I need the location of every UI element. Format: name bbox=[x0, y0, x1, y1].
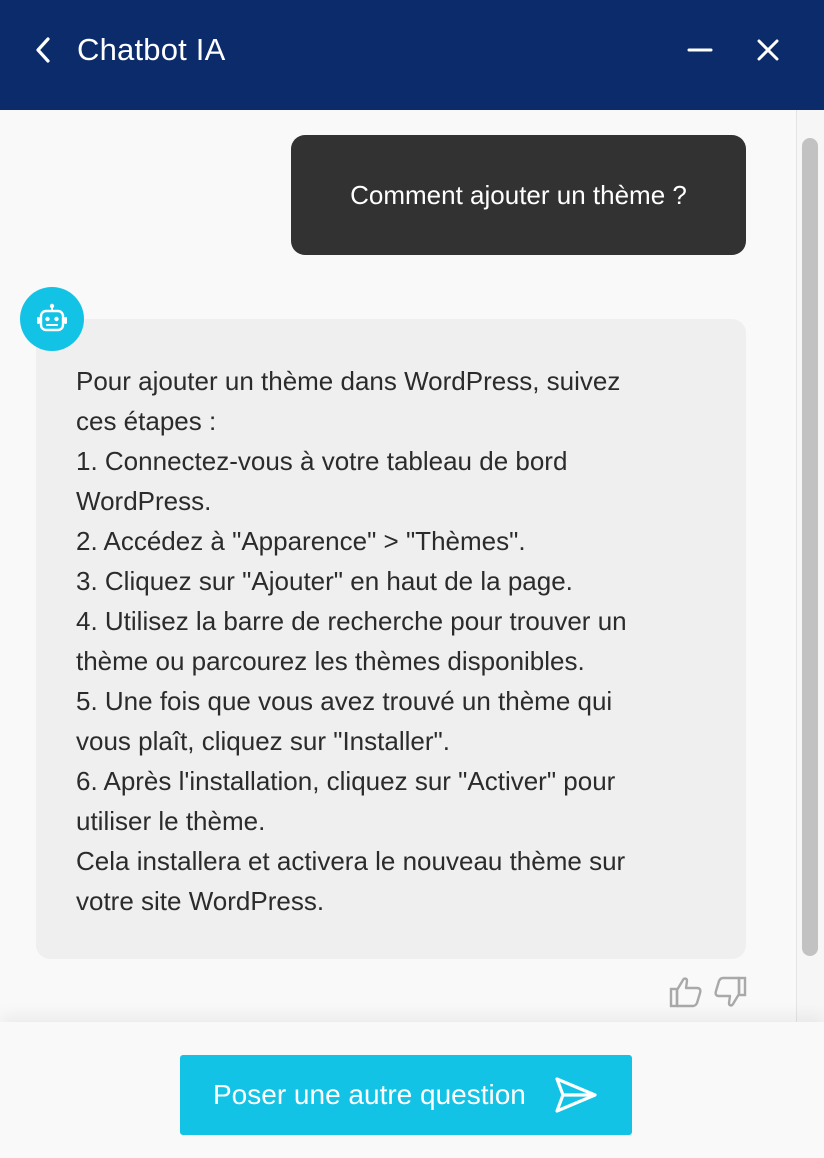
minimize-button[interactable] bbox=[684, 30, 716, 70]
bot-message-line: votre site WordPress. bbox=[76, 886, 325, 916]
ask-button-label: Poser une autre question bbox=[213, 1079, 526, 1110]
bot-message-line: WordPress. bbox=[76, 486, 212, 516]
thumbs-down-icon bbox=[714, 976, 747, 1007]
bot-message-line: 1. Connectez-vous à votre tableau de bor… bbox=[76, 446, 568, 476]
bot-message-line: ces étapes : bbox=[76, 406, 217, 436]
bot-message-line: 5. Une fois que vous avez trouvé un thèm… bbox=[76, 686, 613, 716]
bot-message-line: Cela installera et activera le nouveau t… bbox=[76, 846, 626, 876]
chevron-left-icon bbox=[36, 37, 50, 63]
scrollbar[interactable] bbox=[796, 110, 824, 1022]
chat-header: Chatbot IA bbox=[0, 0, 824, 110]
thumbs-up-icon bbox=[669, 977, 702, 1008]
chatbot-window: Chatbot IA Comment ajouter un thème ? Po… bbox=[0, 0, 824, 1158]
thumbs-down-button[interactable] bbox=[712, 974, 748, 1010]
ask-another-question-button[interactable]: Poser une autre question bbox=[180, 1055, 632, 1135]
minus-icon bbox=[687, 48, 713, 52]
bot-message-line: 4. Utilisez la barre de recherche pour t… bbox=[76, 606, 627, 636]
scrollbar-thumb[interactable] bbox=[802, 138, 818, 956]
user-message: Comment ajouter un thème ? bbox=[291, 135, 746, 255]
bot-message-line: utiliser le thème. bbox=[76, 806, 266, 836]
back-button[interactable] bbox=[28, 32, 58, 68]
message-list[interactable]: Comment ajouter un thème ? Pour ajouter … bbox=[0, 110, 796, 1022]
close-icon bbox=[757, 39, 779, 61]
bot-avatar bbox=[20, 287, 84, 351]
bot-message-line: 2. Accédez à "Apparence" > "Thèmes". bbox=[76, 526, 526, 556]
bot-message-line: Pour ajouter un thème dans WordPress, su… bbox=[76, 366, 621, 396]
user-message-text: Comment ajouter un thème ? bbox=[350, 179, 687, 210]
close-button[interactable] bbox=[752, 30, 784, 70]
robot-icon bbox=[37, 303, 67, 332]
bot-message-line: 3. Cliquez sur "Ajouter" en haut de la p… bbox=[76, 566, 573, 596]
header-title: Chatbot IA bbox=[77, 32, 226, 67]
bot-message-line: thème ou parcourez les thèmes disponible… bbox=[76, 646, 585, 676]
send-icon bbox=[555, 1077, 597, 1113]
bot-message-line: vous plaît, cliquez sur "Installer". bbox=[76, 726, 450, 756]
chat-footer: Poser une autre question bbox=[0, 1022, 824, 1158]
bot-message: Pour ajouter un thème dans WordPress, su… bbox=[36, 319, 746, 959]
bot-message-line: 6. Après l'installation, cliquez sur "Ac… bbox=[76, 766, 616, 796]
thumbs-up-button[interactable] bbox=[668, 974, 704, 1010]
